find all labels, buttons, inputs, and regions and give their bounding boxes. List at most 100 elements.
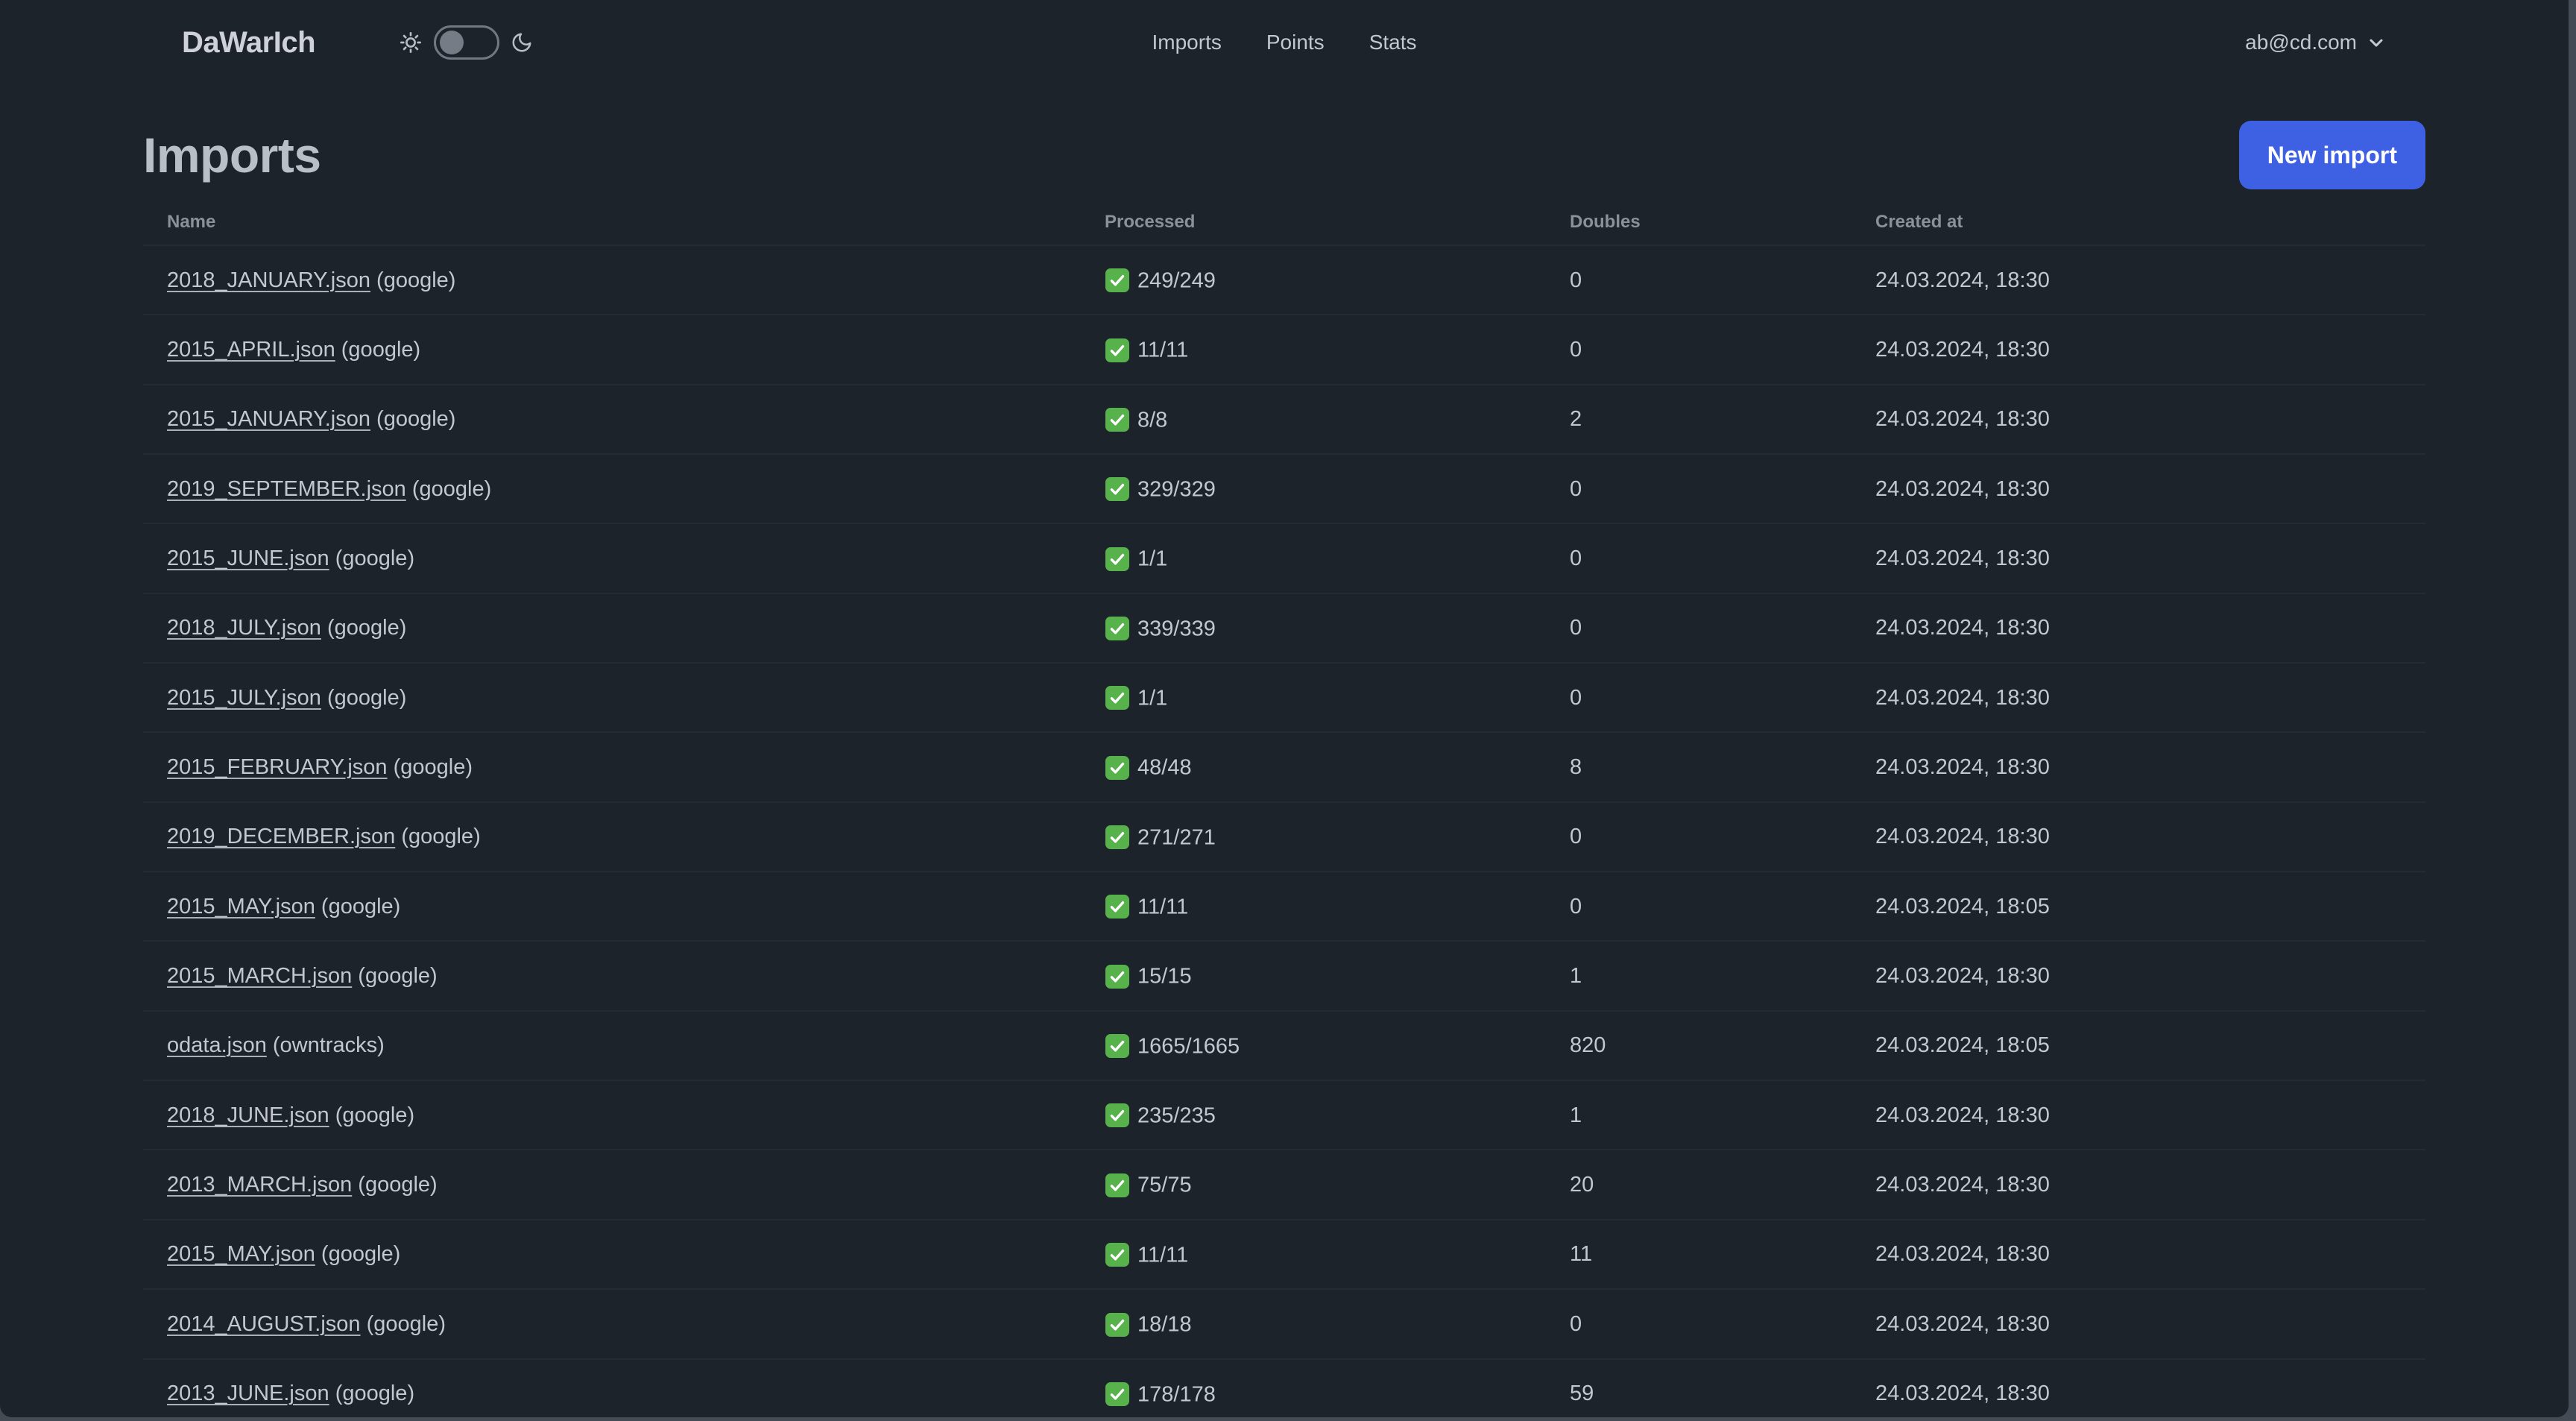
import-name-cell: 2019_DECEMBER.json (google) <box>143 801 1081 873</box>
processed-count: 249/249 <box>1137 268 1216 293</box>
import-file-link[interactable]: 2015_FEBRUARY.json <box>167 755 388 779</box>
import-source: (google) <box>370 407 456 432</box>
import-source: (google) <box>360 1311 446 1336</box>
import-file-link[interactable]: 2015_APRIL.json <box>167 338 335 362</box>
table-row: 2013_JUNE.json (google) 178/178 59 24.03.20… <box>143 1358 2425 1417</box>
column-header-processed: Processed <box>1081 201 1546 246</box>
import-file-link[interactable]: 2013_MARCH.json <box>167 1173 352 1197</box>
created-at-cell: 24.03.2024, 18:30 <box>1852 663 2425 734</box>
check-icon <box>1105 1173 1130 1198</box>
import-file-link[interactable]: 2015_MAY.json <box>167 1242 315 1266</box>
import-file-link[interactable]: 2018_JUNE.json <box>167 1103 329 1127</box>
table-row: 2015_MARCH.json (google) 15/15 1 24.03.2024… <box>143 941 2425 1012</box>
table-row: 2019_SEPTEMBER.json (google) 329/329 0 24.0… <box>143 454 2425 525</box>
created-at-cell: 24.03.2024, 18:30 <box>1852 941 2425 1012</box>
check-icon <box>1105 964 1130 989</box>
processed-cell: 1/1 <box>1081 523 1546 594</box>
import-source: (google) <box>315 1242 401 1267</box>
check-icon <box>1105 894 1130 919</box>
import-file-link[interactable]: odata.json <box>167 1033 267 1057</box>
account-email: ab@cd.com <box>2245 31 2357 54</box>
table-row: 2013_MARCH.json (google) 75/75 20 24.03.202… <box>143 1150 2425 1220</box>
import-name-cell: 2015_JANUARY.json (google) <box>143 384 1081 456</box>
processed-count: 48/48 <box>1137 755 1192 780</box>
table-row: odata.json (owntracks) 1665/1665 820 24.03.… <box>143 1010 2425 1082</box>
doubles-cell: 1 <box>1546 941 1852 1012</box>
check-icon <box>1105 825 1130 850</box>
created-at-cell: 24.03.2024, 18:30 <box>1852 454 2425 525</box>
import-name-cell: 2018_JUNE.json (google) <box>143 1080 1081 1151</box>
import-source: (google) <box>321 616 407 640</box>
app-logo[interactable]: DaWarIch <box>182 26 316 60</box>
import-name-cell: 2013_JUNE.json (google) <box>143 1358 1081 1417</box>
import-name-cell: 2015_JULY.json (google) <box>143 663 1081 734</box>
table-row: 2015_JUNE.json (google) 1/1 0 24.03.2024, 1… <box>143 523 2425 594</box>
import-file-link[interactable]: 2015_MARCH.json <box>167 964 352 988</box>
nav-link-stats[interactable]: Stats <box>1347 20 1439 65</box>
created-at-cell: 24.03.2024, 18:05 <box>1852 872 2425 942</box>
doubles-cell: 0 <box>1546 593 1852 664</box>
moon-icon <box>511 31 533 54</box>
doubles-cell: 0 <box>1546 663 1852 734</box>
column-header-created-at: Created at <box>1852 201 2425 246</box>
table-row: 2015_FEBRUARY.json (google) 48/48 8 24.03.2… <box>143 732 2425 803</box>
import-source: (owntracks) <box>266 1033 385 1058</box>
doubles-cell: 820 <box>1546 1010 1852 1082</box>
import-file-link[interactable]: 2013_JUNE.json <box>167 1381 329 1405</box>
imports-table: Name Processed Doubles Created at 2018_J… <box>143 201 2425 1417</box>
import-file-link[interactable]: 2015_JUNE.json <box>167 546 329 570</box>
processed-cell: 11/11 <box>1081 315 1546 385</box>
import-file-link[interactable]: 2015_JANUARY.json <box>167 407 370 431</box>
check-icon <box>1105 1242 1130 1267</box>
created-at-cell: 24.03.2024, 18:30 <box>1852 384 2425 456</box>
import-name-cell: 2015_MAY.json (google) <box>143 1219 1081 1291</box>
page-content: DaWarIch Imports Points Stats ab@cd.com … <box>0 0 2569 1417</box>
import-file-link[interactable]: 2019_SEPTEMBER.json <box>167 477 406 501</box>
processed-count: 1/1 <box>1137 546 1168 571</box>
created-at-cell: 24.03.2024, 18:30 <box>1852 732 2425 803</box>
processed-count: 178/178 <box>1137 1381 1216 1406</box>
import-file-link[interactable]: 2018_JANUARY.json <box>167 268 370 292</box>
import-file-link[interactable]: 2019_DECEMBER.json <box>167 825 395 848</box>
table-row: 2018_JUNE.json (google) 235/235 1 24.03.202… <box>143 1080 2425 1151</box>
created-at-cell: 24.03.2024, 18:30 <box>1852 245 2425 316</box>
import-file-link[interactable]: 2015_JULY.json <box>167 686 321 710</box>
new-import-button[interactable]: New import <box>2238 121 2425 189</box>
doubles-cell: 1 <box>1546 1080 1852 1151</box>
processed-cell: 1665/1665 <box>1081 1010 1546 1082</box>
column-header-name: Name <box>143 201 1081 246</box>
processed-count: 329/329 <box>1137 477 1216 502</box>
created-at-cell: 24.03.2024, 18:30 <box>1852 1150 2425 1220</box>
import-name-cell: 2014_AUGUST.json (google) <box>143 1289 1081 1360</box>
doubles-cell: 8 <box>1546 732 1852 803</box>
doubles-cell: 11 <box>1546 1219 1852 1291</box>
table-row: 2015_JULY.json (google) 1/1 0 24.03.2024, 1… <box>143 663 2425 734</box>
import-name-cell: odata.json (owntracks) <box>143 1010 1081 1082</box>
processed-count: 339/339 <box>1137 617 1216 641</box>
import-source: (google) <box>329 1103 415 1127</box>
processed-cell: 235/235 <box>1081 1080 1546 1151</box>
import-name-cell: 2013_MARCH.json (google) <box>143 1150 1081 1220</box>
processed-count: 75/75 <box>1137 1173 1192 1197</box>
page-header: Imports New import <box>143 121 2425 189</box>
theme-toggle[interactable] <box>434 25 500 60</box>
import-file-link[interactable]: 2018_JULY.json <box>167 616 321 640</box>
table-row: 2018_JULY.json (google) 339/339 0 24.03.202… <box>143 593 2425 664</box>
check-icon <box>1105 1381 1130 1407</box>
doubles-cell: 0 <box>1546 801 1852 873</box>
column-header-doubles: Doubles <box>1546 201 1852 246</box>
processed-cell: 271/271 <box>1081 801 1546 873</box>
processed-cell: 329/329 <box>1081 454 1546 525</box>
sun-icon <box>399 31 423 54</box>
doubles-cell: 0 <box>1546 1289 1852 1360</box>
import-name-cell: 2015_MARCH.json (google) <box>143 941 1081 1012</box>
nav-link-points[interactable]: Points <box>1244 20 1347 65</box>
created-at-cell: 24.03.2024, 18:30 <box>1852 523 2425 594</box>
import-file-link[interactable]: 2015_MAY.json <box>167 895 315 919</box>
import-file-link[interactable]: 2014_AUGUST.json <box>167 1312 361 1336</box>
account-menu[interactable]: ab@cd.com <box>2245 31 2387 54</box>
nav-link-imports[interactable]: Imports <box>1130 20 1244 65</box>
table-row: 2015_MAY.json (google) 11/11 0 24.03.2024, … <box>143 872 2425 942</box>
doubles-cell: 0 <box>1546 523 1852 594</box>
check-icon <box>1105 407 1130 432</box>
